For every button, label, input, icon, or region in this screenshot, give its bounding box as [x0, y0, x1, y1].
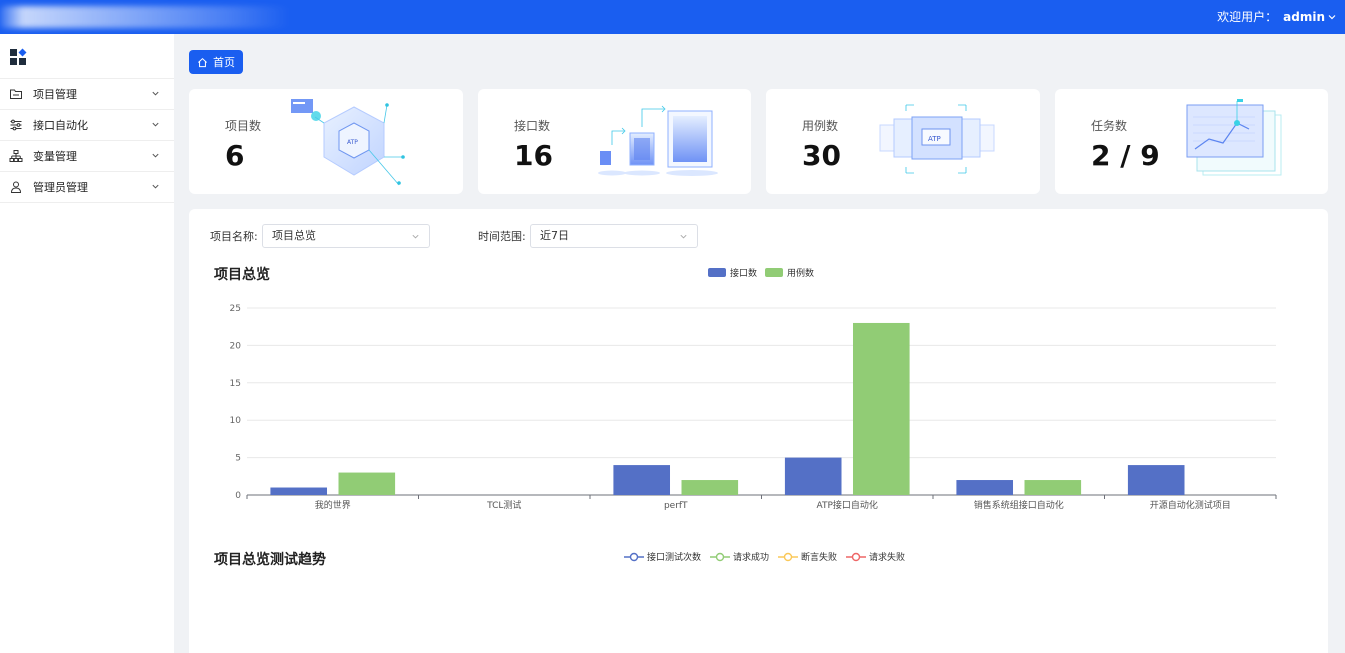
- bar: [613, 465, 671, 495]
- trend-board-illustration: [1186, 99, 1282, 176]
- sidebar-item-variable-management[interactable]: 变量管理: [0, 141, 174, 172]
- folder-icon: [10, 89, 22, 99]
- overview-title: 项目总览: [214, 267, 270, 283]
- y-tick-label: 5: [235, 454, 241, 464]
- stat-label: 项目数: [225, 119, 262, 133]
- legend-label: 请求成功: [733, 553, 770, 563]
- chevron-down-icon: [152, 91, 159, 96]
- bar: [784, 457, 842, 495]
- bar: [681, 480, 739, 495]
- overview-legend: 接口数 用例数: [708, 266, 822, 279]
- legend-item[interactable]: 断言失败: [778, 550, 837, 563]
- y-tick-label: 25: [230, 304, 241, 314]
- breadcrumb-home[interactable]: 首页: [189, 50, 243, 74]
- stat-label: 用例数: [802, 119, 839, 133]
- x-tick-label: 开源自动化测试项目: [1150, 499, 1231, 511]
- legend-label: 断言失败: [801, 553, 838, 563]
- bar: [852, 322, 910, 495]
- legend-line-marker: [846, 552, 867, 561]
- home-icon: [198, 57, 207, 67]
- stat-label: 接口数: [514, 119, 551, 133]
- chevron-down-icon: [152, 184, 159, 189]
- legend-line-marker: [710, 552, 731, 561]
- sidebar-item-label: 项目管理: [33, 88, 77, 101]
- svg-text:ATP: ATP: [347, 139, 358, 146]
- hierarchy-icon: [9, 150, 23, 162]
- sidebar-item-label: 变量管理: [33, 150, 77, 163]
- time-range-value: 近7日: [540, 229, 569, 242]
- legend-swatch: [765, 268, 784, 277]
- legend-item[interactable]: 接口测试次数: [624, 550, 701, 563]
- time-filter-label: 时间范围:: [478, 230, 526, 243]
- sidebar-item-api-automation[interactable]: 接口自动化: [0, 110, 174, 141]
- y-tick-label: 10: [230, 416, 242, 426]
- stat-card-apis: 接口数 16: [478, 89, 751, 194]
- legend-label: 接口数: [730, 269, 758, 279]
- breadcrumb-label: 首页: [213, 56, 235, 69]
- x-tick-label: perfT: [664, 501, 688, 511]
- legend-item[interactable]: 请求失败: [846, 550, 905, 563]
- top-bar: 欢迎用户： admin: [0, 0, 1345, 34]
- svg-text:ATP: ATP: [928, 135, 941, 143]
- time-range-select[interactable]: 近7日: [530, 224, 698, 248]
- x-tick-label: 销售系统组接口自动化: [974, 499, 1064, 511]
- legend-label: 请求失败: [869, 553, 906, 563]
- y-tick-label: 15: [230, 379, 241, 389]
- x-tick-label: 我的世界: [315, 499, 351, 511]
- chevron-down-icon: [412, 234, 419, 239]
- bar: [1024, 480, 1082, 495]
- overview-panel: 0 5 10 15 20 25 我的世界 TCL测试 perfT ATP接口自动化 销售系统组接口自…: [189, 209, 1328, 653]
- stat-card-tasks: 任务数 2 / 9: [1055, 89, 1328, 194]
- y-tick-label: 20: [230, 341, 242, 351]
- welcome-label: 欢迎用户：: [1217, 9, 1278, 24]
- sliders-icon: [10, 119, 22, 131]
- project-filter-label: 项目名称:: [210, 230, 258, 243]
- chevron-down-icon: [152, 122, 159, 127]
- sidebar: 项目管理 接口自动化 变量管理 管理员管理: [0, 34, 174, 653]
- stat-card-cases: 用例数 30 ATP: [766, 89, 1040, 194]
- app-logo: [0, 6, 290, 28]
- chevron-down-icon: [680, 234, 687, 239]
- bar: [338, 472, 396, 495]
- user-icon: [10, 181, 22, 193]
- x-tick-label: TCL测试: [486, 499, 521, 511]
- legend-line-marker: [624, 552, 644, 561]
- trend-legend: 接口测试次数 请求成功 断言失败 请求失败: [624, 550, 914, 563]
- y-tick-label: 0: [235, 491, 241, 501]
- stat-value: 2 / 9: [1091, 139, 1160, 172]
- app-grid-icon[interactable]: [9, 48, 27, 66]
- legend-swatch: [708, 268, 726, 277]
- sidebar-header: [0, 34, 174, 79]
- sidebar-item-project-management[interactable]: 项目管理: [0, 79, 174, 110]
- sidebar-item-admin-management[interactable]: 管理员管理: [0, 172, 174, 203]
- legend-line-marker: [778, 552, 799, 561]
- x-tick-label: ATP接口自动化: [817, 499, 878, 511]
- documents-illustration: [598, 105, 718, 176]
- sidebar-item-label: 接口自动化: [33, 119, 88, 132]
- username: admin: [1283, 9, 1325, 24]
- stat-value: 16: [514, 139, 553, 172]
- bar: [1127, 465, 1185, 495]
- trend-title: 项目总览测试趋势: [214, 552, 326, 568]
- project-select-value: 项目总览: [272, 229, 316, 242]
- legend-item[interactable]: 接口数: [708, 266, 757, 279]
- stat-card-projects: 项目数 6 ATP: [189, 89, 463, 194]
- bar: [270, 487, 328, 495]
- stat-value: 30: [802, 139, 841, 172]
- legend-item[interactable]: 请求成功: [710, 550, 769, 563]
- sidebar-item-label: 管理员管理: [33, 181, 88, 194]
- chevron-down-icon: [152, 153, 159, 158]
- user-menu[interactable]: 欢迎用户： admin: [1217, 0, 1337, 34]
- hexagon-atp-illustration: ATP: [291, 99, 405, 186]
- stat-label: 任务数: [1091, 119, 1128, 133]
- legend-label: 用例数: [787, 269, 815, 279]
- bar: [956, 480, 1014, 495]
- legend-label: 接口测试次数: [647, 553, 702, 563]
- chevron-down-icon: [1328, 15, 1336, 20]
- atp-box-illustration: ATP: [879, 104, 995, 174]
- stat-value: 6: [225, 139, 245, 172]
- project-select[interactable]: 项目总览: [262, 224, 430, 248]
- legend-item[interactable]: 用例数: [765, 266, 814, 279]
